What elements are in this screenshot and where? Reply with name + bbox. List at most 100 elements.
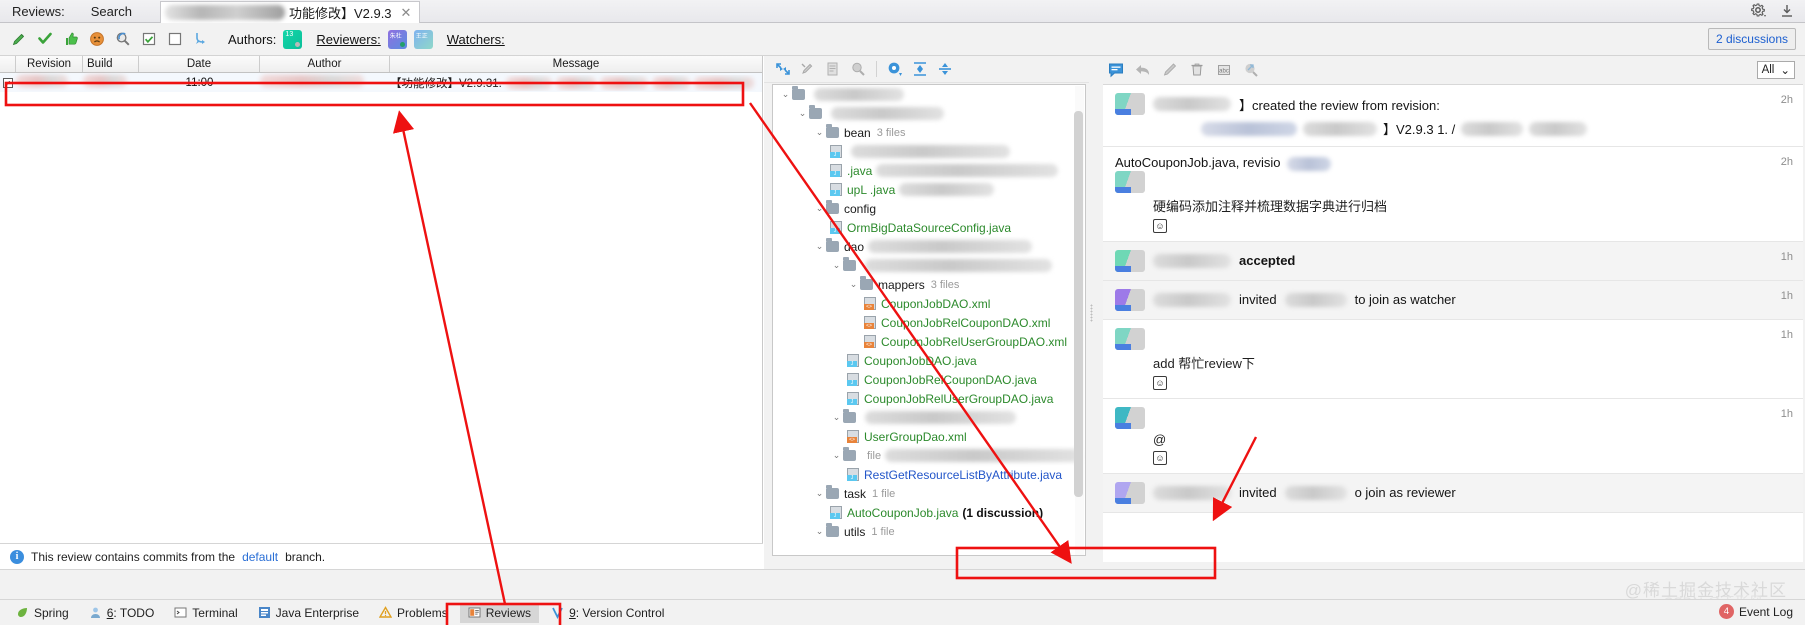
gear-icon[interactable] xyxy=(1751,3,1767,19)
tree-folder-node[interactable]: ⌄ config xyxy=(773,199,1085,218)
avatar[interactable] xyxy=(1115,481,1145,504)
chevron-down-icon[interactable]: ⌄ xyxy=(796,108,809,119)
search-review-icon[interactable] xyxy=(110,27,136,51)
chevron-down-icon[interactable]: ⌄ xyxy=(813,203,826,214)
add-reaction-icon[interactable]: ☺ xyxy=(1153,375,1167,390)
discussion-filter-select[interactable]: All ⌄ xyxy=(1756,60,1795,79)
avatar[interactable] xyxy=(1115,288,1145,311)
reject-face-icon[interactable] xyxy=(84,27,110,51)
avatar[interactable] xyxy=(1115,93,1145,115)
accept-check-icon[interactable] xyxy=(32,27,58,51)
chevron-down-icon[interactable]: ⌄ xyxy=(847,279,860,290)
review-tab[interactable]: 功能修改】V2.9.3 ✕ xyxy=(159,1,421,23)
tree-folder-node[interactable]: ⌄ mappers 3 files xyxy=(773,275,1085,294)
chevron-down-icon[interactable]: ⌄ xyxy=(813,526,826,537)
tree-folder-node[interactable]: ⌄ xyxy=(773,256,1085,275)
settings-gear-icon[interactable] xyxy=(884,58,906,80)
discussions-list[interactable]: 】created the review from revision: 】V2.9.… xyxy=(1103,84,1803,562)
chevron-down-icon[interactable]: ⌄ xyxy=(813,241,826,252)
tree-folder-node[interactable]: ⌄ utils 1 file xyxy=(773,522,1085,541)
avatar[interactable]: 朱杜 xyxy=(387,29,407,49)
chevron-down-icon[interactable]: ⌄ xyxy=(830,260,843,271)
expand-all-icon[interactable] xyxy=(909,58,931,80)
tree-scrollbar-thumb[interactable] xyxy=(1074,111,1083,497)
tree-folder-node[interactable]: ⌄ bean 3 files xyxy=(773,123,1085,142)
discussion-item[interactable]: AutoCouponJob.java, revisio 硬编码添加注释并梳理数据字… xyxy=(1103,147,1803,242)
column-header-check[interactable] xyxy=(0,56,16,72)
collapse-all-icon[interactable] xyxy=(934,58,956,80)
file-tree[interactable]: ⌄ ⌄ ⌄ bean 3 files J J .java JupL .java ⌄ config J O… xyxy=(772,84,1086,556)
add-reaction-icon[interactable]: ☺ xyxy=(1153,218,1167,233)
chevron-down-icon[interactable]: ⌄ xyxy=(813,488,826,499)
tree-file-node[interactable]: J .java xyxy=(773,161,1085,180)
avatar[interactable] xyxy=(1115,249,1145,272)
search-tab[interactable]: Search xyxy=(91,4,132,19)
tree-folder-node[interactable]: ⌄ task 1 file xyxy=(773,484,1085,503)
tree-file-node[interactable]: J RestGetResourceListByAttribute.java xyxy=(773,465,1085,484)
thumbs-up-icon[interactable] xyxy=(58,27,84,51)
default-branch-link[interactable]: default xyxy=(242,550,278,564)
discussion-item[interactable]: @ ☺ 1h xyxy=(1103,399,1803,474)
avatar[interactable]: 王正 xyxy=(413,29,433,49)
tree-file-node[interactable]: J xyxy=(773,142,1085,161)
discussions-count-button[interactable]: 2 discussions xyxy=(1707,28,1796,50)
edit-pencil-icon[interactable] xyxy=(6,27,32,51)
tree-folder-node[interactable]: ⌄ xyxy=(773,408,1085,427)
add-reaction-icon[interactable]: ☺ xyxy=(1153,450,1167,465)
delete-icon[interactable] xyxy=(1186,59,1208,81)
chevron-down-icon[interactable]: ⌄ xyxy=(813,127,826,138)
discussion-item[interactable]: add 帮忙review下 ☺ 1h xyxy=(1103,320,1803,399)
tree-file-node[interactable]: J AutoCouponJob.java (1 discussion) xyxy=(773,503,1085,522)
tool-window-tab-reviews[interactable]: Reviews xyxy=(459,602,540,623)
collapse-icon[interactable] xyxy=(1779,3,1795,19)
tree-folder-node[interactable]: ⌄ dao xyxy=(773,237,1085,256)
discussion-item[interactable]: accepted 1h xyxy=(1103,241,1803,281)
tool-window-tab-todo[interactable]: 6: TODO xyxy=(81,603,163,623)
tool-window-tab-problems[interactable]: Problems xyxy=(371,603,456,623)
checked-box-icon[interactable] xyxy=(136,27,162,51)
tree-file-node[interactable]: J CouponJobDAO.java xyxy=(773,351,1085,370)
annotate-icon[interactable] xyxy=(822,58,844,80)
chevron-down-icon[interactable]: ⌄ xyxy=(830,450,843,461)
tool-window-tab-java-enterprise[interactable]: Java Enterprise xyxy=(250,603,367,623)
tree-folder-node[interactable]: ⌄ file xyxy=(773,446,1085,465)
row-checkbox[interactable]: ✓ xyxy=(0,77,16,88)
table-row[interactable]: ✓ 11:00 【功能修改】V2.9.31. xyxy=(0,73,762,92)
tree-file-node[interactable]: <> CouponJobRelCouponDAO.xml xyxy=(773,313,1085,332)
jump-to-icon[interactable] xyxy=(1240,59,1262,81)
discussion-file-link[interactable]: AutoCouponJob.java xyxy=(1115,155,1236,170)
chevron-down-icon[interactable]: ⌄ xyxy=(779,89,792,100)
discussion-item[interactable]: invited to join as watcher 1h xyxy=(1103,280,1803,320)
column-header-revision[interactable]: Revision xyxy=(16,56,83,72)
expand-collapse-icon[interactable] xyxy=(772,58,794,80)
tool-window-tab-terminal[interactable]: Terminal xyxy=(166,603,245,623)
tree-file-node[interactable]: <> CouponJobRelUserGroupDAO.xml xyxy=(773,332,1085,351)
tree-file-node[interactable]: J CouponJobRelUserGroupDAO.java xyxy=(773,389,1085,408)
discussion-item[interactable]: 】created the review from revision: 】V2.9.… xyxy=(1103,85,1803,147)
tree-file-node[interactable]: J CouponJobRelCouponDAO.java xyxy=(773,370,1085,389)
tree-folder-node[interactable]: ⌄ xyxy=(773,85,1085,104)
tree-file-node[interactable]: J OrmBigDataSourceConfig.java xyxy=(773,218,1085,237)
empty-box-icon[interactable] xyxy=(162,27,188,51)
new-comment-icon[interactable] xyxy=(1105,59,1127,81)
tool-window-tab-spring[interactable]: Spring xyxy=(8,603,77,623)
tree-file-node[interactable]: <> UserGroupDao.xml xyxy=(773,427,1085,446)
resolve-icon[interactable]: abc xyxy=(1213,59,1235,81)
avatar[interactable]: 13 xyxy=(283,29,303,49)
tree-file-node[interactable]: <> CouponJobDAO.xml xyxy=(773,294,1085,313)
tree-folder-node[interactable]: ⌄ xyxy=(773,104,1085,123)
tree-file-node[interactable]: JupL .java xyxy=(773,180,1085,199)
column-header-build[interactable]: Build xyxy=(83,56,139,72)
search-tree-icon[interactable] xyxy=(847,58,869,80)
event-log-button[interactable]: 4 Event Log xyxy=(1718,604,1793,619)
avatar[interactable] xyxy=(1115,327,1145,350)
tree-scrollbar-track[interactable] xyxy=(1074,86,1084,555)
avatar[interactable] xyxy=(1115,170,1145,193)
chevron-down-icon[interactable]: ⌄ xyxy=(830,412,843,423)
discussion-item[interactable]: invited o join as reviewer xyxy=(1103,473,1803,513)
column-header-author[interactable]: Author xyxy=(260,56,390,72)
column-header-message[interactable]: Message xyxy=(390,56,762,72)
branch-arrow-icon[interactable] xyxy=(188,27,214,51)
reply-icon[interactable] xyxy=(1132,59,1154,81)
close-icon[interactable]: ✕ xyxy=(401,5,412,21)
